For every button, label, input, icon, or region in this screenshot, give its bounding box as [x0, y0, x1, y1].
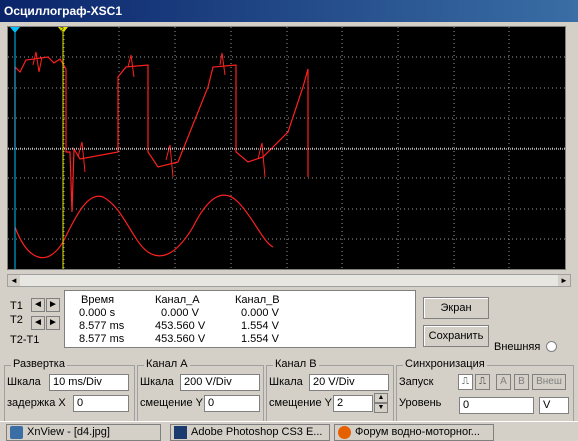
t2-t1-label: T2-T1	[10, 334, 40, 346]
header-time: Время	[81, 294, 115, 306]
channel-b-offset-label: смещение Y	[269, 397, 332, 409]
taskbar: XnView - [d4.jpg] Adobe Photoshop CS3 E.…	[0, 421, 578, 441]
cursor-1-marker[interactable]	[10, 27, 20, 33]
scroll-left-icon[interactable]: ◄	[8, 275, 20, 286]
timebase-scale-label: Шкала	[7, 376, 41, 388]
channel-b-offset-field[interactable]: 2	[333, 395, 373, 412]
trigger-start-label: Запуск	[399, 376, 434, 388]
channel-b-scale-label: Шкала	[269, 376, 303, 388]
channel-a-scale-label: Шкала	[140, 376, 174, 388]
rising-edge-icon[interactable]: ⎍	[458, 374, 473, 390]
t2-right-arrow-icon[interactable]: ►	[46, 316, 60, 330]
task-photoshop-label: Adobe Photoshop CS3 E...	[191, 426, 323, 438]
channel-a-spikes	[32, 51, 266, 178]
t2-chA: 453.560 V	[155, 320, 206, 332]
external-radio[interactable]	[546, 341, 557, 352]
trigger-source-a-button[interactable]: A	[496, 374, 511, 390]
dt-time: 8.577 ms	[79, 333, 125, 345]
oscilloscope-screen[interactable]: 2	[7, 26, 566, 270]
t2-chB: 1.554 V	[241, 320, 279, 332]
trigger-source-b-button[interactable]: B	[514, 374, 529, 390]
t2-label: T2	[10, 314, 23, 326]
t1-time: 0.000 s	[79, 307, 116, 319]
dt-chA: 453.560 V	[155, 333, 206, 345]
external-label: Внешняя	[494, 341, 541, 353]
task-xnview[interactable]: XnView - [d4.jpg]	[6, 424, 161, 441]
offset-down-icon[interactable]: ▼	[374, 403, 388, 413]
channel-a-scale-field[interactable]: 200 V/Div	[180, 374, 260, 391]
measurement-readout: Время Канал_A Канал_B 0.000 s 0.000 V 0.…	[64, 290, 416, 348]
trigger-level-field[interactable]: 0	[459, 397, 534, 414]
channel-a-group: Канал А Шкала 200 V/Div смещение Y 0	[137, 358, 264, 425]
task-firefox[interactable]: Форум водно-моторног...	[334, 424, 494, 441]
t1-chB: 0.000 V	[241, 307, 279, 319]
task-firefox-label: Форум водно-моторног...	[355, 426, 480, 438]
t1-chA: 0.000 V	[161, 307, 199, 319]
t2-left-arrow-icon[interactable]: ◄	[31, 316, 45, 330]
trigger-unit-field[interactable]: V	[539, 397, 569, 414]
horizontal-scrollbar[interactable]: ◄ ►	[7, 274, 571, 287]
task-photoshop[interactable]: Adobe Photoshop CS3 E...	[170, 424, 330, 441]
cursor-2-label: 2	[60, 27, 64, 34]
task-xnview-label: XnView - [d4.jpg]	[27, 426, 110, 438]
trigger-title: Синхронизация	[403, 358, 487, 370]
waveform-display: 2	[8, 27, 565, 269]
offset-up-icon[interactable]: ▲	[374, 393, 388, 403]
falling-edge-icon[interactable]: ⎍	[475, 374, 490, 390]
header-channel-b: Канал_B	[235, 294, 280, 306]
trigger-level-label: Уровень	[399, 397, 442, 409]
trigger-source-ext-button[interactable]: Внеш	[532, 374, 566, 390]
t1-left-arrow-icon[interactable]: ◄	[31, 298, 45, 312]
channel-a-title: Канал А	[144, 358, 190, 370]
screen-button[interactable]: Экран	[423, 297, 489, 319]
dt-chB: 1.554 V	[241, 333, 279, 345]
window-title: Осциллограф-XSC1	[0, 0, 578, 22]
channel-b-title: Канал В	[273, 358, 319, 370]
photoshop-icon	[174, 426, 187, 439]
delay-field[interactable]: 0	[73, 395, 129, 412]
delay-label: задержка X	[7, 397, 66, 409]
channel-b-trace	[14, 194, 274, 259]
channel-b-group: Канал В Шкала 20 V/Div смещение Y 2 ▲ ▼	[266, 358, 394, 425]
channel-a-trace	[14, 56, 309, 213]
timebase-scale-field[interactable]: 10 ms/Div	[49, 374, 129, 391]
header-channel-a: Канал_A	[155, 294, 200, 306]
t1-label: T1	[10, 300, 23, 312]
channel-b-scale-field[interactable]: 20 V/Div	[309, 374, 389, 391]
timebase-group: Развертка Шкала 10 ms/Div задержка X 0	[4, 358, 135, 425]
scroll-right-icon[interactable]: ►	[558, 275, 570, 286]
firefox-icon	[338, 426, 351, 439]
channel-a-offset-field[interactable]: 0	[204, 395, 260, 412]
timebase-title: Развертка	[11, 358, 67, 370]
save-button[interactable]: Сохранить	[423, 325, 489, 347]
t1-right-arrow-icon[interactable]: ►	[46, 298, 60, 312]
grid	[8, 27, 565, 269]
channel-a-offset-label: смещение Y	[140, 397, 203, 409]
t2-time: 8.577 ms	[79, 320, 125, 332]
xnview-icon	[10, 426, 23, 439]
